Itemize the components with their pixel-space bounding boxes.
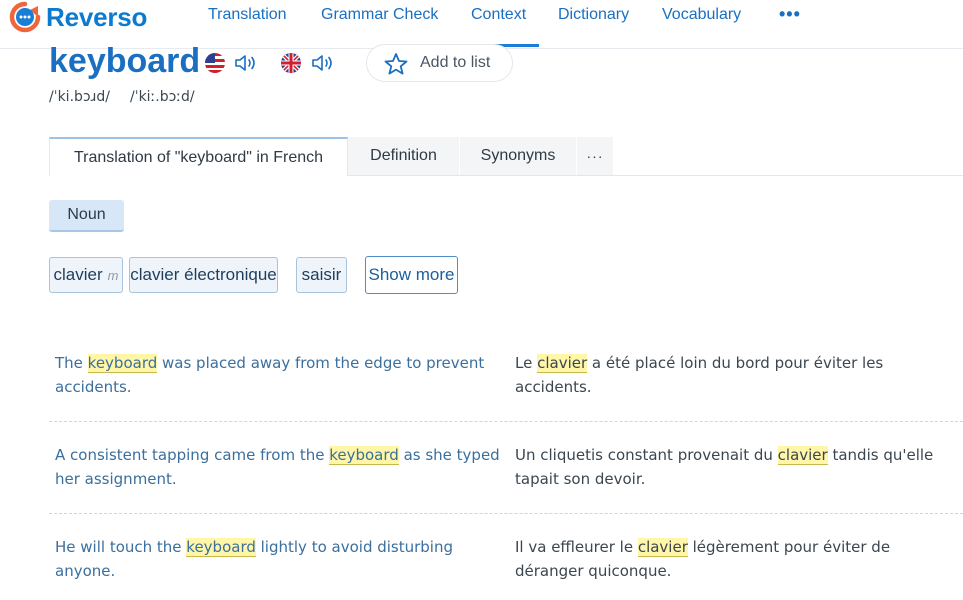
add-to-list-label: Add to list <box>420 54 491 71</box>
show-more-button[interactable]: Show more <box>365 256 458 294</box>
reverso-logo[interactable]: Reverso <box>8 0 147 34</box>
translation-chip-saisir[interactable]: saisir <box>296 257 347 293</box>
example-row: He will touch the keyboard lightly to av… <box>49 535 963 597</box>
example-target[interactable]: Il va effleurer le clavier légèrement po… <box>515 535 960 583</box>
reverso-logo-icon <box>9 1 41 33</box>
highlighted-term: clavier <box>537 354 588 373</box>
nav-more-menu[interactable]: ••• <box>779 4 801 25</box>
translation-text: clavier <box>53 265 103 284</box>
nav-vocabulary[interactable]: Vocabulary <box>662 6 741 24</box>
nav-grammar-check[interactable]: Grammar Check <box>321 6 438 24</box>
star-icon <box>384 53 408 75</box>
tab-more[interactable]: ··· <box>577 137 613 175</box>
translation-chip-clavier-electronique[interactable]: clavier électronique <box>129 257 278 293</box>
example-source[interactable]: He will touch the keyboard lightly to av… <box>55 535 505 583</box>
speaker-us-icon[interactable] <box>234 54 260 72</box>
tab-definition[interactable]: Definition <box>348 137 459 175</box>
example-row: The keyboard was placed away from the ed… <box>49 351 963 422</box>
tab-synonyms[interactable]: Synonyms <box>460 137 576 175</box>
tab-definition-label: Definition <box>370 147 437 164</box>
uk-flag-icon[interactable] <box>281 53 301 73</box>
result-tabs: Translation of "keyboard" in French Defi… <box>49 137 963 176</box>
gender-marker: m <box>107 267 119 283</box>
highlighted-term: clavier <box>777 446 828 465</box>
tab-more-label: ··· <box>586 148 604 164</box>
example-text: He will touch the <box>55 538 187 556</box>
tab-translation-label: Translation of "keyboard" in French <box>73 148 324 166</box>
example-target[interactable]: Le clavier a été placé loin du bord pour… <box>515 351 960 399</box>
highlighted-term: keyboard <box>186 538 256 557</box>
brand-name: Reverso <box>46 1 148 32</box>
highlighted-term: keyboard <box>87 354 158 373</box>
tab-synonyms-label: Synonyms <box>480 147 556 164</box>
translation-text: clavier électronique <box>130 265 277 284</box>
speaker-uk-icon[interactable] <box>311 54 337 72</box>
example-text: A consistent tapping came from the <box>55 446 330 464</box>
translation-chip-clavier[interactable]: clavier m <box>49 257 123 293</box>
example-source[interactable]: The keyboard was placed away from the ed… <box>55 351 505 399</box>
headword: keyboard <box>49 42 201 80</box>
pronunciation-uk: /ˈkiː.bɔːd/ <box>130 89 195 105</box>
tab-translation[interactable]: Translation of "keyboard" in French <box>49 137 348 176</box>
example-source[interactable]: A consistent tapping came from the keybo… <box>55 443 505 491</box>
translation-text: saisir <box>301 265 342 284</box>
pronunciation-us: /ˈki.bɔɹd/ <box>49 89 110 105</box>
example-text: Il va effleurer le <box>515 538 638 556</box>
highlighted-term: clavier <box>637 538 688 557</box>
example-text: The <box>55 354 88 372</box>
nav-context[interactable]: Context <box>471 6 526 24</box>
nav-dictionary[interactable]: Dictionary <box>558 6 629 24</box>
us-flag-icon[interactable] <box>205 53 225 73</box>
add-to-list-button[interactable]: Add to list <box>366 44 513 82</box>
part-of-speech-badge: Noun <box>49 200 124 232</box>
highlighted-term: keyboard <box>329 446 399 465</box>
example-text: Le <box>515 354 538 372</box>
example-text: Un cliquetis constant provenait du <box>515 446 778 464</box>
example-target[interactable]: Un cliquetis constant provenait du clavi… <box>515 443 960 491</box>
nav-translation[interactable]: Translation <box>208 6 287 24</box>
example-row: A consistent tapping came from the keybo… <box>49 443 963 514</box>
